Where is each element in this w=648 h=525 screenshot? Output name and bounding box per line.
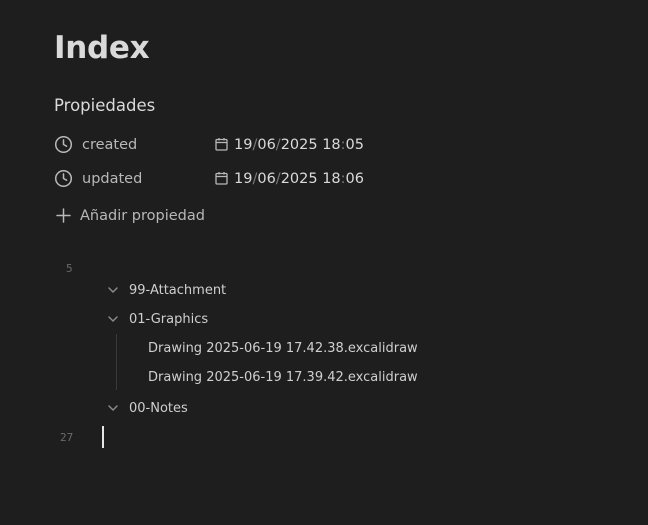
property-row-created[interactable]: created 19/06/2025 18:05	[54, 132, 394, 158]
tree-item-file[interactable]: Drawing 2025-06-19 17.42.38.excalidraw	[148, 340, 418, 360]
tree-item-file[interactable]: Drawing 2025-06-19 17.39.42.excalidraw	[148, 369, 418, 389]
text-cursor	[102, 426, 104, 448]
folder-label: 99-Attachment	[129, 283, 227, 298]
note-view: Index Propiedades created 19/06/2025 18:…	[0, 0, 648, 525]
time-minute: 05	[345, 137, 364, 153]
plus-icon	[56, 208, 71, 223]
property-value-datetime[interactable]: 19/06/2025 18:06	[234, 170, 364, 188]
date-month: 06	[257, 171, 276, 187]
property-value-datetime[interactable]: 19/06/2025 18:05	[234, 136, 364, 154]
property-row-updated[interactable]: updated 19/06/2025 18:06	[54, 166, 394, 192]
chevron-down-icon[interactable]	[107, 403, 119, 413]
indent-guide	[116, 334, 117, 390]
add-property-label: Añadir propiedad	[80, 208, 205, 224]
folder-label: 01-Graphics	[129, 312, 209, 327]
calendar-icon[interactable]	[215, 171, 228, 185]
clock-icon	[54, 169, 73, 188]
clock-icon	[54, 135, 73, 154]
time-hour: 18	[322, 171, 341, 187]
folder-label: 00-Notes	[129, 401, 188, 416]
add-property-button[interactable]: Añadir propiedad	[56, 206, 226, 228]
time-hour: 18	[322, 137, 341, 153]
date-month: 06	[257, 137, 276, 153]
line-number: 5	[66, 262, 73, 275]
date-year: 2025	[280, 171, 318, 187]
chevron-down-icon[interactable]	[107, 285, 119, 295]
note-title[interactable]: Index	[54, 28, 150, 68]
date-day: 19	[234, 137, 253, 153]
date-day: 19	[234, 171, 253, 187]
properties-heading[interactable]: Propiedades	[54, 95, 155, 117]
chevron-down-icon[interactable]	[107, 314, 119, 324]
property-key[interactable]: created	[82, 136, 137, 154]
line-number: 27	[60, 431, 74, 444]
calendar-icon[interactable]	[215, 137, 228, 151]
time-minute: 06	[345, 171, 364, 187]
date-year: 2025	[280, 137, 318, 153]
property-key[interactable]: updated	[82, 170, 142, 188]
